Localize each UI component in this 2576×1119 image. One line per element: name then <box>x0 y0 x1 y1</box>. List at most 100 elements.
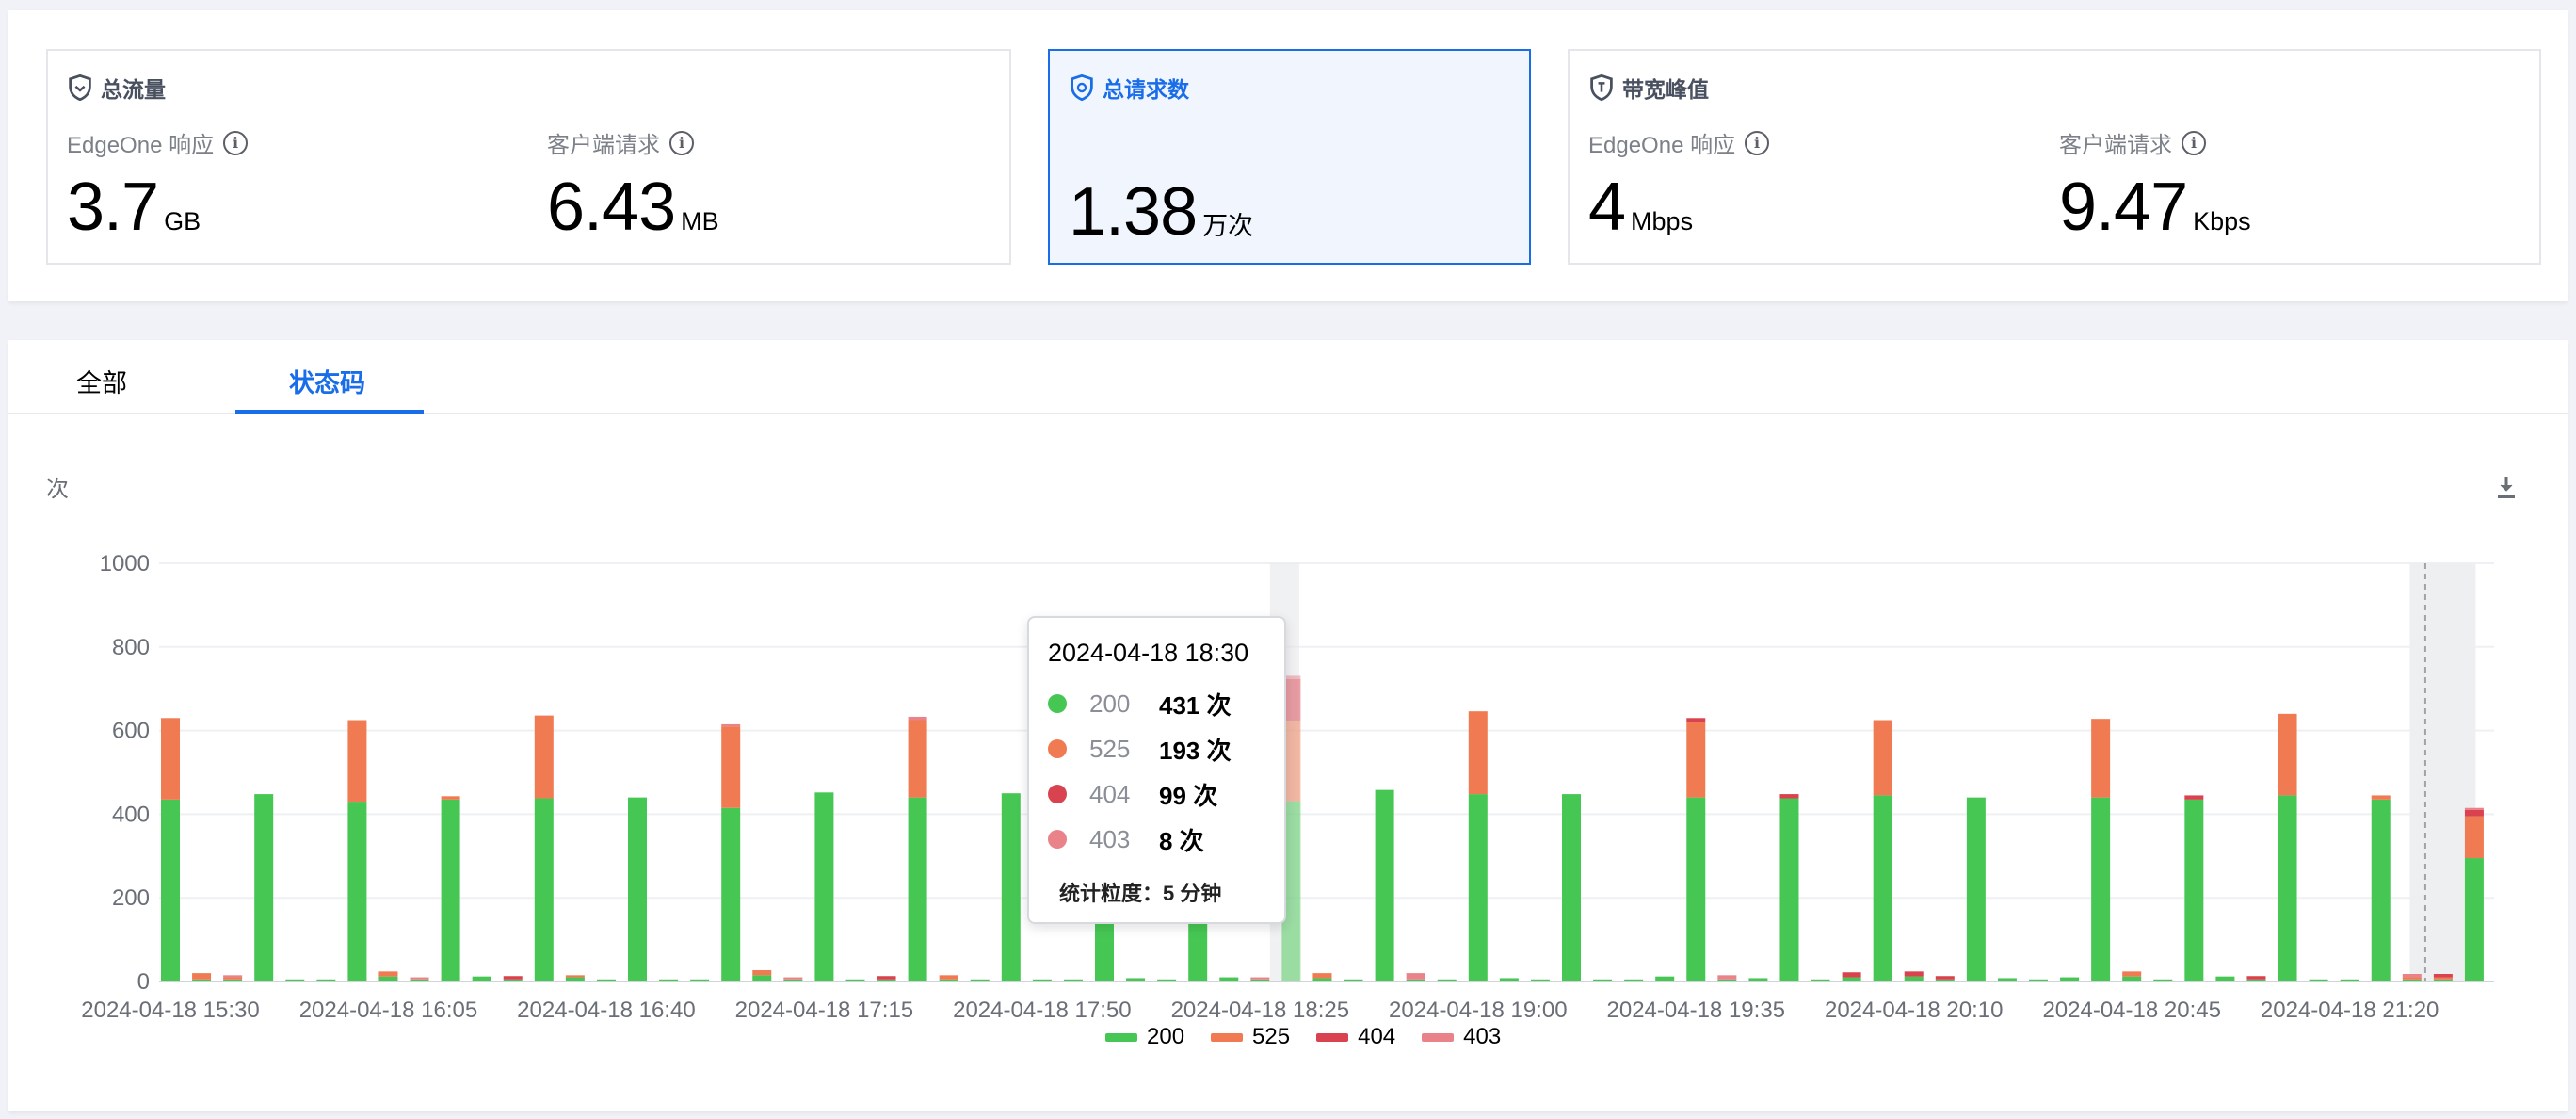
bar-200 <box>1063 979 1083 981</box>
bandwidth-client-label: 客户端请求 <box>2059 133 2172 158</box>
bar-200 <box>1811 979 1830 981</box>
x-tick-label: 2024-04-18 20:45 <box>2042 997 2221 1023</box>
bar-404 <box>877 976 896 980</box>
traffic-card[interactable]: 总流量 EdgeOne 响应 i 3.7 GB 客户端请求 i 6.43 MB <box>46 49 1011 265</box>
bar-200 <box>1126 978 1146 981</box>
x-tick-label: 2024-04-18 15:30 <box>81 997 260 1023</box>
x-tick-label: 2024-04-18 20:10 <box>1825 997 2004 1023</box>
y-tick-label: 400 <box>112 802 150 827</box>
bar-200 <box>845 979 865 981</box>
bar-200 <box>2153 979 2173 981</box>
bar-403 <box>908 716 927 721</box>
bandwidth-edge-label: EdgeOne 响应 <box>1588 133 1736 158</box>
tooltip-code: 403 <box>1089 824 1131 853</box>
chart-panel: 全部 状态码 次 0 200 400 600 800 1000 2024-04-18 15:… <box>8 340 2568 1111</box>
tooltip-code: 404 <box>1089 779 1131 808</box>
bar-200 <box>2184 799 2204 981</box>
chart-tooltip: 2024-04-18 18:30 200 431 次 525 193 次 404 99… <box>1027 616 1286 924</box>
traffic-card-title: 总流量 <box>67 72 166 104</box>
bar-200 <box>659 979 679 981</box>
info-icon[interactable]: i <box>223 130 249 155</box>
info-icon[interactable]: i <box>1745 130 1770 155</box>
requests-card[interactable]: 总请求数 1.38 万次 <box>1048 49 1531 265</box>
tooltip-row-525: 525 193 次 <box>1048 726 1265 771</box>
bar-200 <box>2433 979 2453 981</box>
x-tick-label: 2024-04-18 17:15 <box>735 997 914 1023</box>
x-tick-label: 2024-04-18 19:00 <box>1389 997 1568 1023</box>
y-tick-label: 800 <box>112 635 150 660</box>
bar-200 <box>1032 979 1052 981</box>
bar-404 <box>1842 972 1861 978</box>
tooltip-row-200: 200 431 次 <box>1048 681 1265 726</box>
bar-525 <box>721 726 741 808</box>
tooltip-dot-403 <box>1048 830 1067 849</box>
bar-200 <box>752 975 772 981</box>
bar-200 <box>628 797 647 981</box>
bar-200 <box>2278 795 2297 981</box>
bar-200 <box>1842 977 1861 981</box>
bar-525 <box>2091 719 2111 798</box>
requests-total-value: 1.38 <box>1069 174 1198 250</box>
bar-200 <box>1157 979 1177 981</box>
bar-200 <box>316 979 336 981</box>
legend-label-525: 525 <box>1252 1024 1291 1049</box>
bar-200 <box>2340 979 2359 981</box>
bar-200 <box>1904 976 1924 981</box>
bar-200 <box>1219 977 1239 981</box>
tooltip-row-404: 404 99 次 <box>1048 771 1265 817</box>
chart-legend: 200 525 404 403 <box>1105 1024 1501 1050</box>
bar-200 <box>410 979 429 981</box>
tooltip-dot-525 <box>1048 739 1067 758</box>
tooltip-value: 99 次 <box>1159 781 1218 810</box>
legend-item-403[interactable]: 403 <box>1422 1024 1501 1050</box>
bar-200 <box>1655 976 1675 981</box>
traffic-client-unit: MB <box>681 207 719 235</box>
bar-200 <box>565 977 585 981</box>
bar-404 <box>2246 976 2266 980</box>
traffic-edge-label: EdgeOne 响应 <box>67 133 215 158</box>
bar-200 <box>2091 797 2111 981</box>
x-tick-label: 2024-04-18 17:50 <box>953 997 1132 1023</box>
bar-200 <box>472 976 491 981</box>
traffic-client-value: 6.43 <box>547 170 676 245</box>
bar-200 <box>378 976 398 981</box>
y-tick-label: 0 <box>137 969 150 995</box>
legend-label-200: 200 <box>1147 1024 1185 1049</box>
bar-525 <box>378 971 398 977</box>
bar-525 <box>2371 795 2391 800</box>
bar-404 <box>1779 794 1799 799</box>
bar-403 <box>2464 807 2484 810</box>
bar-200 <box>1437 979 1457 981</box>
y-tick-label: 200 <box>112 885 150 911</box>
bar-200 <box>192 979 212 981</box>
legend-item-525[interactable]: 525 <box>1211 1024 1290 1050</box>
tooltip-dot-200 <box>1048 694 1067 713</box>
bar-525 <box>347 720 367 803</box>
tooltip-value: 431 次 <box>1159 690 1232 720</box>
bar-525 <box>2464 816 2484 859</box>
info-icon[interactable]: i <box>2182 130 2206 155</box>
bar-525 <box>1686 722 1706 798</box>
bar-525 <box>441 796 460 800</box>
x-tick-label: 2024-04-18 19:35 <box>1607 997 1786 1023</box>
bar-525 <box>2402 977 2422 980</box>
bar-200 <box>1624 979 1644 981</box>
status-code-chart[interactable]: 0 200 400 600 800 1000 2024-04-18 15:30 2024-04… <box>8 340 2568 1111</box>
bandwidth-client-metric: 客户端请求 i 9.47 Kbps <box>2059 126 2251 246</box>
bandwidth-client-value: 9.47 <box>2059 170 2188 245</box>
bar-525 <box>161 718 180 800</box>
traffic-edge-unit: GB <box>164 207 201 235</box>
info-icon[interactable]: i <box>669 130 694 155</box>
bar-200 <box>970 979 990 981</box>
x-tick-label: 2024-04-18 18:25 <box>1171 997 1350 1023</box>
bar-200 <box>1406 979 1425 981</box>
traffic-title: 总流量 <box>101 77 166 102</box>
tooltip-value: 8 次 <box>1159 826 1204 855</box>
legend-item-404[interactable]: 404 <box>1316 1024 1395 1050</box>
bar-404 <box>1904 971 1924 977</box>
bar-525 <box>192 973 212 980</box>
legend-item-200[interactable]: 200 <box>1105 1024 1184 1050</box>
bar-200 <box>2402 979 2422 981</box>
bandwidth-card[interactable]: 带宽峰值 EdgeOne 响应 i 4 Mbps 客户端请求 i 9.47 Kbps <box>1568 49 2541 265</box>
shield-icon <box>1071 73 1093 102</box>
